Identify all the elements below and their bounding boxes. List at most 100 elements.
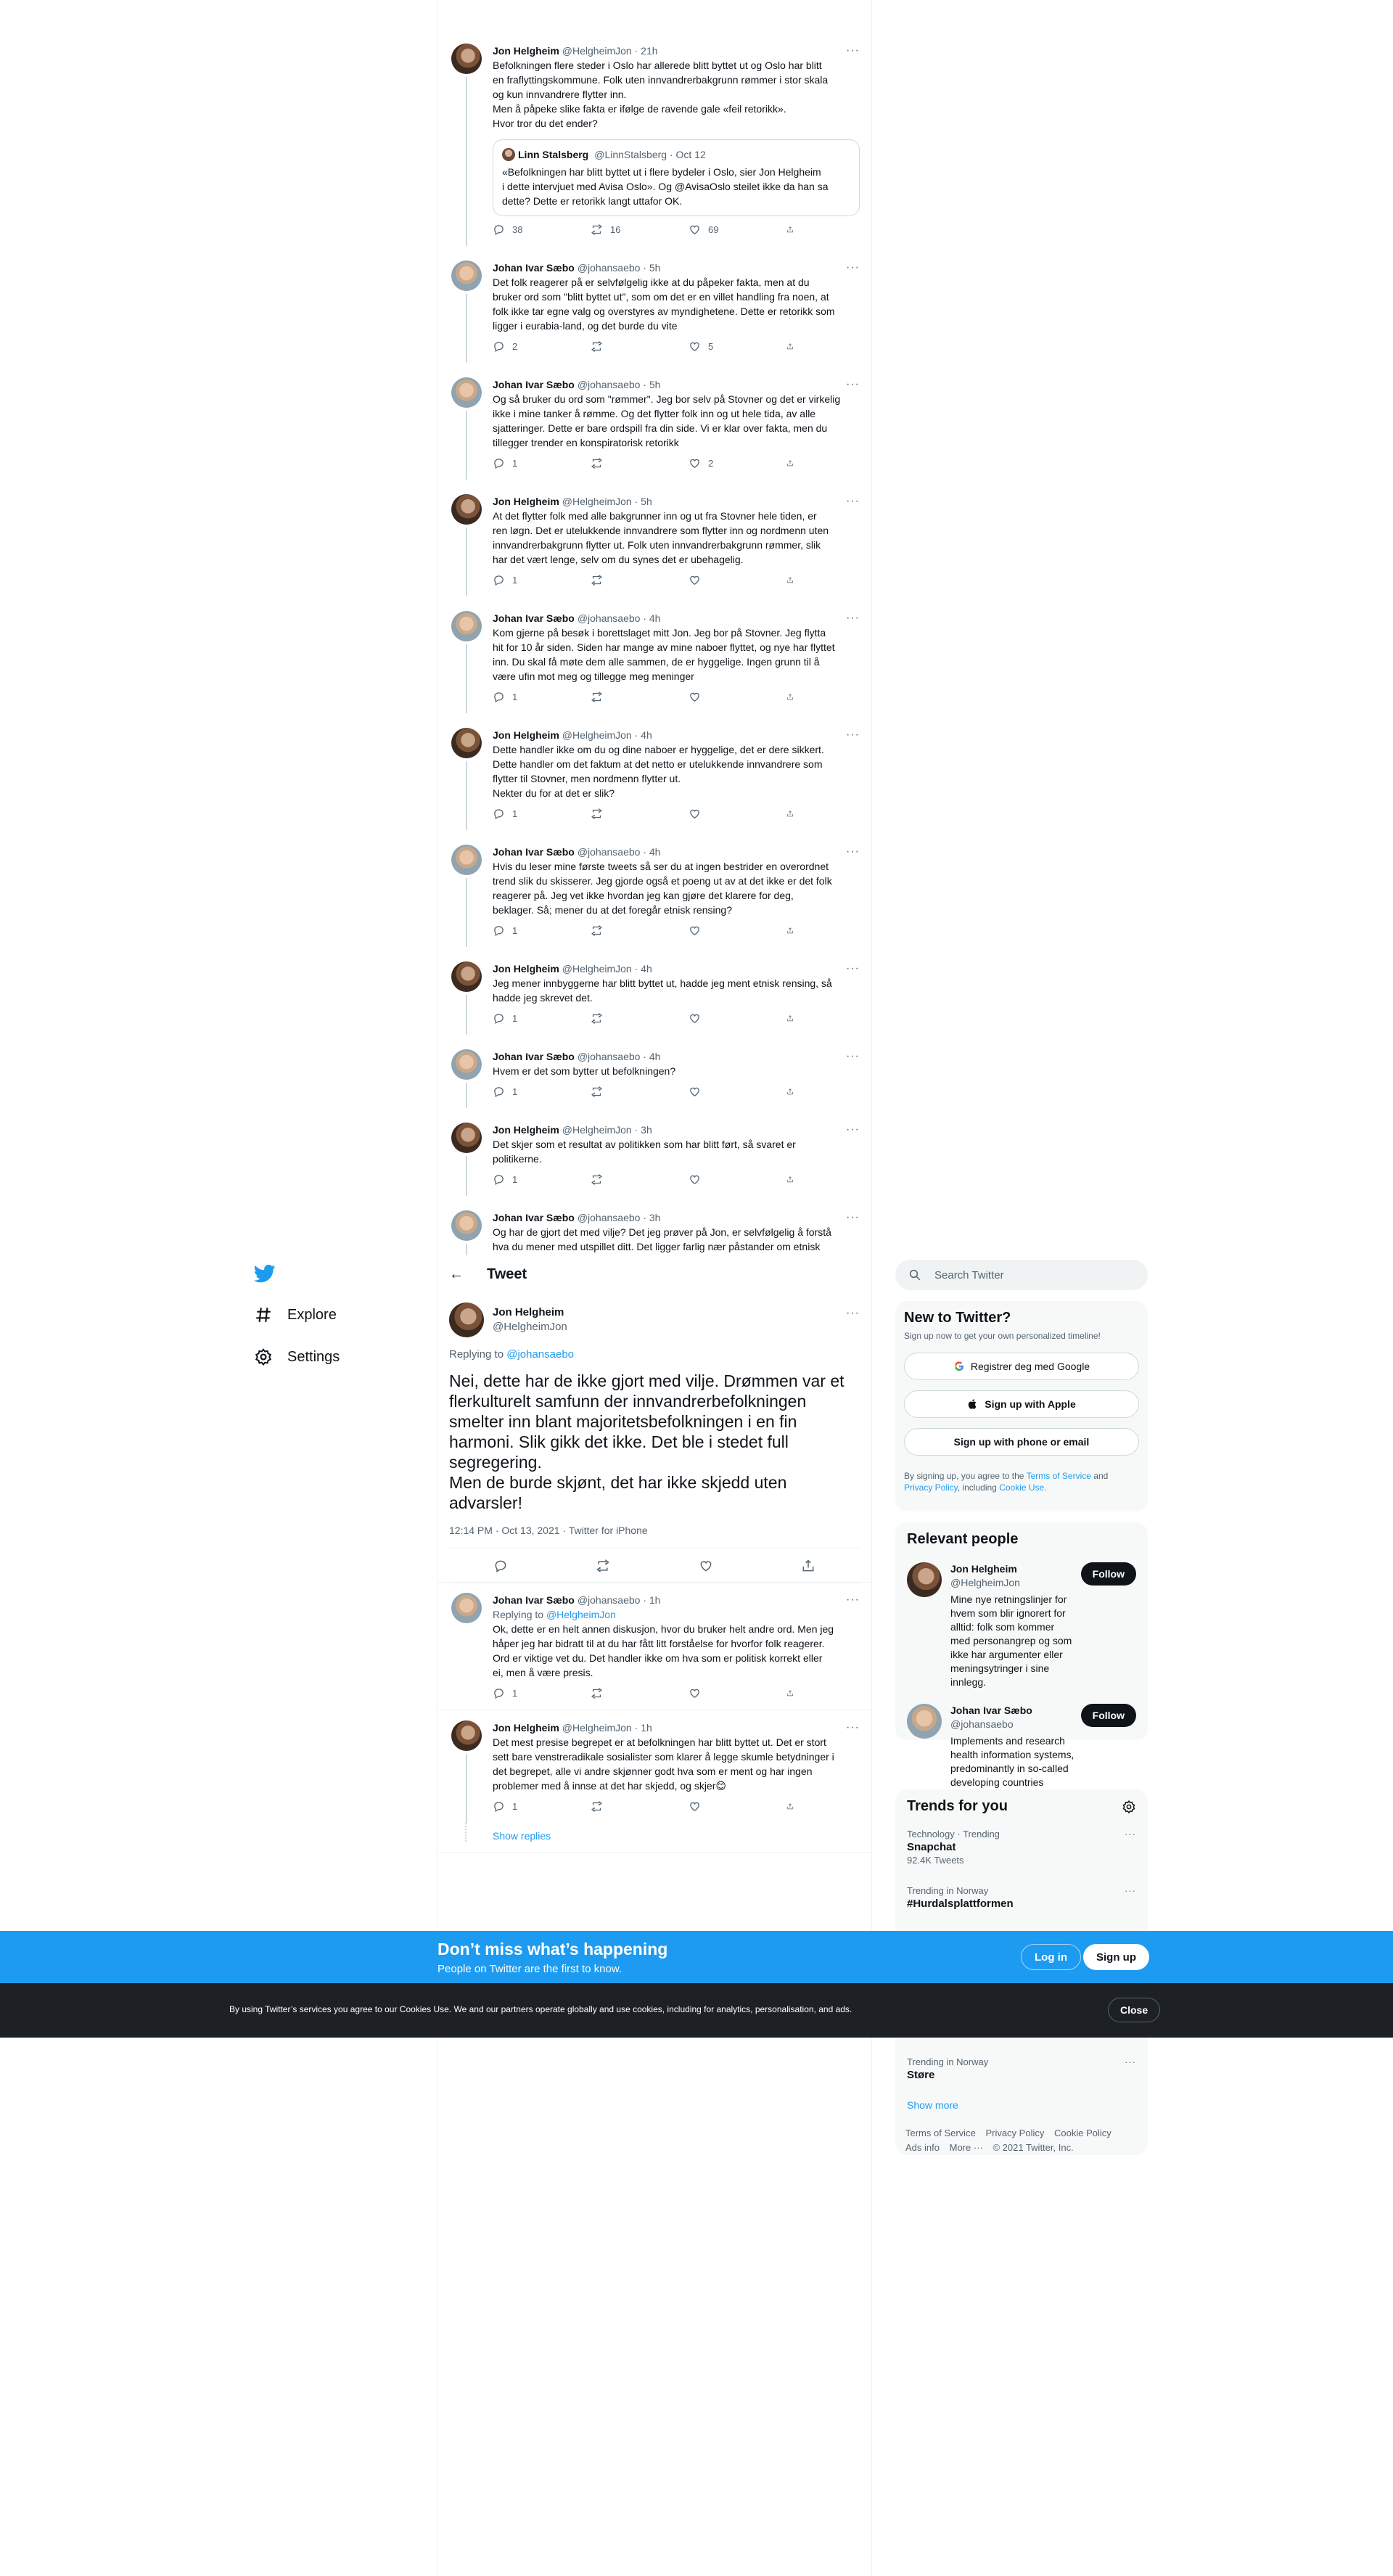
author-name[interactable]: Jon Helgheim: [493, 494, 559, 509]
replying-to-link[interactable]: @HelgheimJon: [546, 1609, 616, 1620]
retweet-button[interactable]: [591, 691, 656, 703]
author-handle[interactable]: @HelgheimJon: [493, 1320, 567, 1334]
author-handle[interactable]: @johansaebo · 4h: [578, 845, 661, 859]
more-options-icon[interactable]: ···: [1125, 2056, 1136, 2069]
avatar[interactable]: [451, 494, 482, 525]
retweet-button[interactable]: [591, 1687, 656, 1699]
share-button[interactable]: [786, 340, 801, 353]
reply-button[interactable]: 1: [493, 691, 558, 703]
tweet[interactable]: Johan Ivar Sæbo @johansaebo · 4h ··· Hve…: [437, 1035, 871, 1108]
avatar[interactable]: [451, 44, 482, 74]
avatar[interactable]: [451, 611, 482, 641]
retweet-button[interactable]: [591, 574, 656, 586]
share-button[interactable]: [786, 1173, 801, 1186]
twitter-logo-icon[interactable]: [254, 1263, 276, 1284]
replying-to-link[interactable]: @johansaebo: [506, 1348, 574, 1361]
reply-button[interactable]: 1: [493, 1800, 558, 1813]
avatar[interactable]: [907, 1704, 942, 1739]
author-handle[interactable]: @HelgheimJon · 4h: [562, 728, 652, 742]
reply-button[interactable]: 1: [493, 808, 558, 820]
more-options-icon[interactable]: ···: [846, 44, 860, 58]
trends-show-more[interactable]: Show more: [907, 2099, 1136, 2111]
google-signup-button[interactable]: Registrer deg med Google: [904, 1353, 1139, 1380]
nav-settings[interactable]: Settings: [254, 1348, 340, 1366]
avatar[interactable]: [451, 961, 482, 992]
tweet[interactable]: Jon Helgheim @HelgheimJon · 1h ··· Det m…: [437, 1710, 871, 1823]
retweet-button[interactable]: [591, 1800, 656, 1813]
avatar[interactable]: [451, 1123, 482, 1153]
share-button[interactable]: [786, 457, 801, 469]
author-handle[interactable]: @johansaebo · 4h: [578, 1049, 661, 1064]
tweet[interactable]: Johan Ivar Sæbo @johansaebo · 5h ··· Og …: [437, 363, 871, 480]
avatar[interactable]: [451, 377, 482, 408]
person-handle[interactable]: @johansaebo: [950, 1718, 1075, 1731]
reply-icon[interactable]: [493, 1559, 508, 1573]
cookie-use-link[interactable]: Cookie Use.: [999, 1482, 1046, 1493]
author-name[interactable]: Jon Helgheim: [493, 961, 559, 976]
reply-button[interactable]: 1: [493, 1687, 558, 1699]
reply-button[interactable]: 1: [493, 1173, 558, 1186]
tweet[interactable]: Johan Ivar Sæbo @johansaebo · 5h ··· Det…: [437, 246, 871, 363]
author-handle[interactable]: @johansaebo · 5h: [578, 261, 661, 275]
terms-of-service-link[interactable]: Terms of Service: [1027, 1471, 1091, 1481]
trend-item[interactable]: Trending in Norway Støre ···: [907, 2056, 1136, 2082]
quoted-tweet[interactable]: Linn Stalsberg @LinnStalsberg · Oct 12 «…: [493, 139, 860, 216]
tweet[interactable]: Jon Helgheim @HelgheimJon · 21h ··· Befo…: [437, 29, 871, 246]
more-options-icon[interactable]: ···: [846, 377, 860, 392]
author-name[interactable]: Johan Ivar Sæbo: [493, 845, 575, 859]
retweet-button[interactable]: [591, 340, 656, 353]
like-button[interactable]: 5: [689, 340, 754, 353]
reply-button[interactable]: 1: [493, 1012, 558, 1025]
author-handle[interactable]: @johansaebo · 4h: [578, 611, 661, 625]
like-button[interactable]: [689, 1173, 754, 1186]
avatar[interactable]: [451, 728, 482, 758]
share-button[interactable]: [786, 808, 801, 820]
show-replies-link[interactable]: Show replies: [437, 1823, 871, 1852]
reply-button[interactable]: 2: [493, 340, 558, 353]
author-handle[interactable]: @HelgheimJon · 3h: [562, 1123, 652, 1137]
retweet-button[interactable]: [591, 457, 656, 469]
more-options-icon[interactable]: ···: [846, 961, 860, 976]
author-handle[interactable]: @johansaebo · 3h: [578, 1210, 661, 1225]
author-name[interactable]: Johan Ivar Sæbo: [493, 261, 575, 275]
signup-button[interactable]: Sign up: [1083, 1944, 1149, 1970]
author-handle[interactable]: @johansaebo · 1h: [578, 1593, 661, 1607]
share-button[interactable]: [786, 924, 801, 937]
like-button[interactable]: [689, 691, 754, 703]
author-name[interactable]: Jon Helgheim: [493, 1123, 559, 1137]
more-options-icon[interactable]: ···: [846, 1307, 860, 1320]
follow-button[interactable]: Follow: [1080, 1562, 1136, 1586]
tweet[interactable]: Jon Helgheim @HelgheimJon · 4h ··· Jeg m…: [437, 947, 871, 1035]
privacy-policy-link[interactable]: Privacy Policy: [904, 1482, 958, 1493]
like-button[interactable]: [689, 574, 754, 586]
retweet-icon[interactable]: [596, 1559, 610, 1573]
apple-signup-button[interactable]: Sign up with Apple: [904, 1390, 1139, 1418]
more-options-icon[interactable]: ···: [846, 1123, 860, 1137]
footer-link-cookie[interactable]: Cookie Policy: [1054, 2128, 1111, 2138]
author-handle[interactable]: @HelgheimJon · 5h: [562, 494, 652, 509]
nav-explore[interactable]: Explore: [254, 1305, 337, 1324]
reply-button[interactable]: 1: [493, 574, 558, 586]
author-name[interactable]: Jon Helgheim: [493, 1720, 559, 1735]
retweet-button[interactable]: 16: [591, 223, 656, 236]
more-options-icon[interactable]: ···: [846, 728, 860, 742]
avatar[interactable]: [451, 1210, 482, 1241]
more-options-icon[interactable]: ···: [846, 261, 860, 275]
heart-icon[interactable]: [699, 1559, 713, 1573]
more-options-icon[interactable]: ···: [846, 1049, 860, 1064]
author-name[interactable]: Johan Ivar Sæbo: [493, 611, 575, 625]
tweet[interactable]: Jon Helgheim @HelgheimJon · 4h ··· Dette…: [437, 713, 871, 830]
more-options-icon[interactable]: ···: [1125, 1828, 1136, 1841]
retweet-button[interactable]: [591, 924, 656, 937]
share-button[interactable]: [786, 1086, 801, 1098]
reply-button[interactable]: 1: [493, 1086, 558, 1098]
author-name[interactable]: Johan Ivar Sæbo: [493, 377, 575, 392]
back-arrow-icon[interactable]: ←: [449, 1266, 464, 1283]
more-options-icon[interactable]: ···: [846, 494, 860, 509]
like-button[interactable]: [689, 808, 754, 820]
follow-button[interactable]: Follow: [1080, 1704, 1136, 1727]
author-handle[interactable]: @HelgheimJon · 21h: [562, 44, 658, 58]
person-name[interactable]: Johan Ivar Sæbo: [950, 1704, 1075, 1718]
like-button[interactable]: [689, 1800, 754, 1813]
login-button[interactable]: Log in: [1021, 1944, 1081, 1970]
